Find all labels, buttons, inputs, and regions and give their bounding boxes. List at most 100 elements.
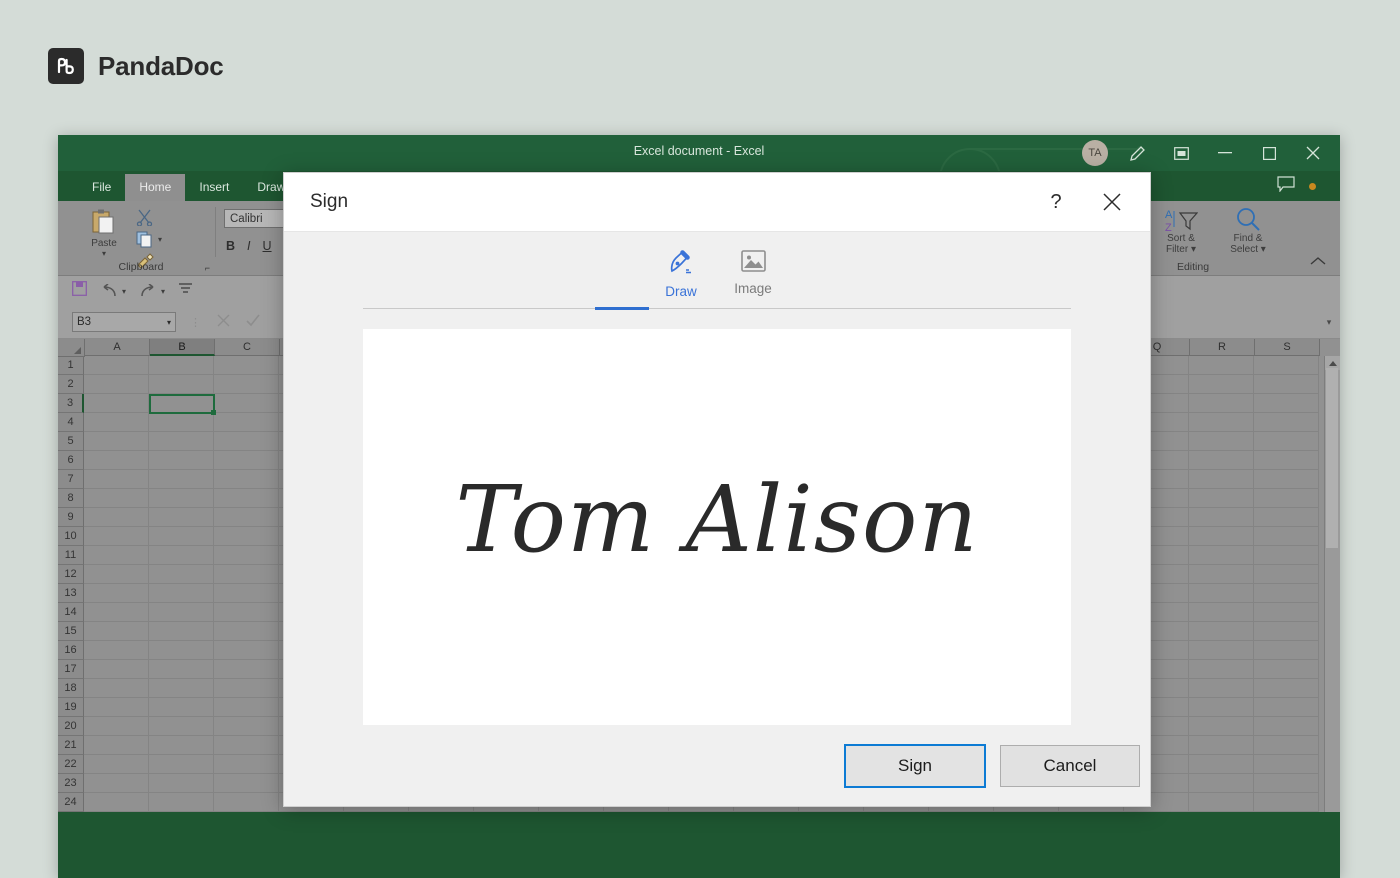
cell-C17[interactable] <box>214 660 279 679</box>
name-box[interactable]: B3 ▾ <box>72 312 176 332</box>
cell-C22[interactable] <box>214 755 279 774</box>
cell-B24[interactable] <box>149 793 214 812</box>
cell-C13[interactable] <box>214 584 279 603</box>
cell-S18[interactable] <box>1254 679 1319 698</box>
close-button[interactable] <box>1292 135 1334 171</box>
cell-A10[interactable] <box>84 527 149 546</box>
cell-S9[interactable] <box>1254 508 1319 527</box>
cell-A3[interactable] <box>84 394 149 413</box>
ribbon-tab-file[interactable]: File <box>78 174 125 201</box>
cell-A7[interactable] <box>84 470 149 489</box>
cell-R23[interactable] <box>1189 774 1254 793</box>
cell-R1[interactable] <box>1189 356 1254 375</box>
cell-C18[interactable] <box>214 679 279 698</box>
cell-C20[interactable] <box>214 717 279 736</box>
row-header-22[interactable]: 22 <box>58 755 84 774</box>
cell-C2[interactable] <box>214 375 279 394</box>
cell-B20[interactable] <box>149 717 214 736</box>
comments-icon[interactable] <box>1277 176 1295 197</box>
cell-B8[interactable] <box>149 489 214 508</box>
paste-dropdown-caret[interactable]: ▾ <box>80 249 128 258</box>
cell-B18[interactable] <box>149 679 214 698</box>
pen-tool-icon[interactable] <box>1116 135 1158 171</box>
customize-qat-icon[interactable] <box>179 282 192 300</box>
cell-A4[interactable] <box>84 413 149 432</box>
column-header-a[interactable]: A <box>85 339 150 356</box>
cell-S20[interactable] <box>1254 717 1319 736</box>
cell-C19[interactable] <box>214 698 279 717</box>
cancel-entry-icon[interactable] <box>217 314 230 330</box>
collapse-ribbon-button[interactable] <box>1310 253 1326 271</box>
scrollbar-thumb[interactable] <box>1326 368 1338 548</box>
row-header-7[interactable]: 7 <box>58 470 84 489</box>
cell-S17[interactable] <box>1254 660 1319 679</box>
row-header-3[interactable]: 3 <box>58 394 84 413</box>
cell-B23[interactable] <box>149 774 214 793</box>
cell-S22[interactable] <box>1254 755 1319 774</box>
sort-and-filter-button[interactable]: A Z Sort & Filter ▾ <box>1150 207 1212 255</box>
cell-R11[interactable] <box>1189 546 1254 565</box>
cell-A21[interactable] <box>84 736 149 755</box>
row-header-8[interactable]: 8 <box>58 489 84 508</box>
cell-S24[interactable] <box>1254 793 1319 812</box>
cell-A19[interactable] <box>84 698 149 717</box>
find-and-select-button[interactable]: Find & Select ▾ <box>1214 207 1282 255</box>
cell-C1[interactable] <box>214 356 279 375</box>
cut-icon[interactable] <box>136 209 153 231</box>
copy-icon[interactable]: ▾ <box>136 231 162 248</box>
row-header-9[interactable]: 9 <box>58 508 84 527</box>
cell-B16[interactable] <box>149 641 214 660</box>
cell-A20[interactable] <box>84 717 149 736</box>
copy-dropdown-caret[interactable]: ▾ <box>158 235 162 244</box>
cell-A16[interactable] <box>84 641 149 660</box>
cell-A9[interactable] <box>84 508 149 527</box>
dialog-close-button[interactable] <box>1084 173 1150 231</box>
row-header-2[interactable]: 2 <box>58 375 84 394</box>
cell-R24[interactable] <box>1189 793 1254 812</box>
row-header-16[interactable]: 16 <box>58 641 84 660</box>
underline-button[interactable]: U <box>263 239 272 253</box>
cell-B5[interactable] <box>149 432 214 451</box>
row-header-20[interactable]: 20 <box>58 717 84 736</box>
vertical-scrollbar[interactable] <box>1324 356 1340 812</box>
cell-B1[interactable] <box>149 356 214 375</box>
sign-button[interactable]: Sign <box>844 744 986 788</box>
cell-B19[interactable] <box>149 698 214 717</box>
signature-canvas[interactable]: Tom Alison <box>363 329 1071 725</box>
column-header-r[interactable]: R <box>1190 339 1255 356</box>
cell-S19[interactable] <box>1254 698 1319 717</box>
cell-S16[interactable] <box>1254 641 1319 660</box>
cell-A15[interactable] <box>84 622 149 641</box>
row-header-13[interactable]: 13 <box>58 584 84 603</box>
cell-A24[interactable] <box>84 793 149 812</box>
cell-B12[interactable] <box>149 565 214 584</box>
cell-R17[interactable] <box>1189 660 1254 679</box>
column-header-c[interactable]: C <box>215 339 280 356</box>
maximize-button[interactable] <box>1248 135 1290 171</box>
formula-menu-icon[interactable]: ⋮ <box>190 316 201 329</box>
cell-A1[interactable] <box>84 356 149 375</box>
cell-R8[interactable] <box>1189 489 1254 508</box>
cell-S13[interactable] <box>1254 584 1319 603</box>
cell-S12[interactable] <box>1254 565 1319 584</box>
cell-A13[interactable] <box>84 584 149 603</box>
cell-S21[interactable] <box>1254 736 1319 755</box>
ribbon-tab-insert[interactable]: Insert <box>185 174 243 201</box>
cell-C6[interactable] <box>214 451 279 470</box>
clipboard-dialog-launcher[interactable]: ⌐ <box>205 263 210 273</box>
cell-A18[interactable] <box>84 679 149 698</box>
cell-S2[interactable] <box>1254 375 1319 394</box>
cell-R16[interactable] <box>1189 641 1254 660</box>
cell-A2[interactable] <box>84 375 149 394</box>
redo-icon[interactable]: ▾ <box>140 284 165 298</box>
cell-C5[interactable] <box>214 432 279 451</box>
cell-S1[interactable] <box>1254 356 1319 375</box>
cell-A17[interactable] <box>84 660 149 679</box>
cell-R19[interactable] <box>1189 698 1254 717</box>
tab-draw[interactable]: Draw <box>645 250 717 299</box>
cell-B3[interactable] <box>149 394 214 413</box>
row-header-23[interactable]: 23 <box>58 774 84 793</box>
cell-A8[interactable] <box>84 489 149 508</box>
row-header-21[interactable]: 21 <box>58 736 84 755</box>
cell-C4[interactable] <box>214 413 279 432</box>
